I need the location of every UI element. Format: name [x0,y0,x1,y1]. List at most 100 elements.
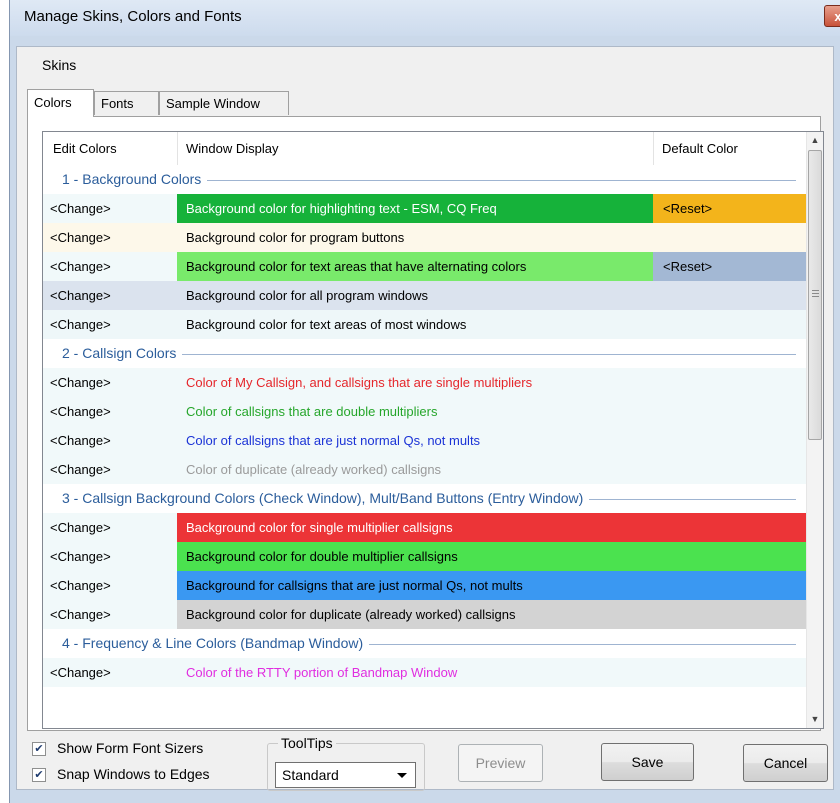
color-sample: Color of the RTTY portion of Bandmap Win… [177,658,653,687]
col-header-window-display[interactable]: Window Display [186,141,278,156]
show-font-sizers-label[interactable]: Show Form Font Sizers [57,740,203,756]
section-title: 3 - Callsign Background Colors (Check Wi… [62,490,590,506]
snap-windows-checkbox[interactable]: ✔ [32,768,46,782]
change-link[interactable]: <Change> [43,513,177,542]
grip-line [812,296,819,297]
color-sample: Color of duplicate (already worked) call… [177,455,653,484]
section-header: 3 - Callsign Background Colors (Check Wi… [43,484,806,513]
change-link[interactable]: <Change> [43,252,177,281]
color-sample: Background color for all program windows [177,281,653,310]
tab-fonts[interactable]: Fonts [94,91,159,115]
change-link[interactable]: <Change> [43,194,177,223]
change-link[interactable]: <Change> [43,368,177,397]
check-mark-icon: ✔ [34,769,44,781]
color-sample: Background for callsigns that are just n… [177,571,653,600]
reset-link[interactable]: <Reset> [653,194,806,223]
check-mark-icon: ✔ [34,743,44,755]
default-color-cell [653,368,806,397]
color-sample: Background color for highlighting text -… [177,194,653,223]
tab-colors[interactable]: Colors [27,89,94,117]
section-title: 2 - Callsign Colors [62,345,183,361]
default-color-cell [653,600,806,629]
color-sample: Color of callsigns that are double multi… [177,397,653,426]
change-link[interactable]: <Change> [43,658,177,687]
table-row: <Change> Background color for program but… [43,223,806,252]
scroll-up-arrow-icon[interactable]: ▲ [807,132,823,149]
color-sample: Background color for text areas that hav… [177,252,653,281]
table-row: <Change> Background color for all program… [43,281,806,310]
color-sample: Background color for program buttons [177,223,653,252]
close-button[interactable]: x [824,5,840,27]
table-row: <Change> Background color for single mult… [43,513,806,542]
color-sample: Background color for single multiplier c… [177,513,653,542]
change-link[interactable]: <Change> [43,397,177,426]
change-link[interactable]: <Change> [43,223,177,252]
default-color-cell [653,281,806,310]
table-row: <Change> Background for callsigns that ar… [43,571,806,600]
table-row: <Change> Background color for text areas … [43,252,806,281]
col-header-edit-colors[interactable]: Edit Colors [53,141,117,156]
tooltips-selected-value: Standard [282,767,339,783]
col-separator[interactable] [177,132,178,165]
vertical-scrollbar[interactable]: ▲ ▼ [806,132,823,728]
preview-button[interactable]: Preview [458,744,543,782]
scroll-down-arrow-icon[interactable]: ▼ [807,711,823,728]
title-bar[interactable]: Manage Skins, Colors and Fonts x [10,0,840,36]
default-color-cell [653,658,806,687]
change-link[interactable]: <Change> [43,571,177,600]
table-row: <Change> Color of duplicate (already work… [43,455,806,484]
table-row: <Change> Color of callsigns that are doub… [43,397,806,426]
change-link[interactable]: <Change> [43,281,177,310]
tooltips-group: ToolTips Standard [267,735,425,791]
default-color-cell [653,397,806,426]
snap-windows-label[interactable]: Snap Windows to Edges [57,766,210,782]
section-title: 1 - Background Colors [62,171,208,187]
tooltips-dropdown[interactable]: Standard [275,762,416,788]
table-row: <Change> Color of the RTTY portion of Ban… [43,658,806,687]
dialog-window: Manage Skins, Colors and Fonts x Skins C… [9,0,840,803]
grid-header: Edit Colors Window Display Default Color [43,132,806,165]
section-header: 2 - Callsign Colors [43,339,806,368]
col-separator[interactable] [653,132,654,165]
dialog-client-area: Skins Colors Fonts Sample Window Edit Co… [16,46,834,791]
grip-line [812,290,819,291]
menu-skins[interactable]: Skins [42,57,76,73]
color-sample: Background color for text areas of most … [177,310,653,339]
section-title: 4 - Frequency & Line Colors (Bandmap Win… [62,635,370,651]
color-sample: Color of callsigns that are just normal … [177,426,653,455]
default-color-cell [653,542,806,571]
default-color-cell [653,455,806,484]
show-font-sizers-checkbox[interactable]: ✔ [32,742,46,756]
change-link[interactable]: <Change> [43,310,177,339]
change-link[interactable]: <Change> [43,455,177,484]
change-link[interactable]: <Change> [43,542,177,571]
tooltips-group-title: ToolTips [278,735,336,751]
reset-link[interactable]: <Reset> [653,252,806,281]
change-link[interactable]: <Change> [43,600,177,629]
tab-sample-window[interactable]: Sample Window [159,91,289,115]
colors-tab-panel: Edit Colors Window Display Default Color… [27,116,824,731]
table-row: <Change> Background color for duplicate (… [43,600,806,629]
scroll-thumb[interactable] [808,150,822,440]
color-sample: Background color for double multiplier c… [177,542,653,571]
options-bar: ✔ Show Form Font Sizers ✔ Snap Windows t… [17,735,833,791]
table-row: <Change> Background color for double mult… [43,542,806,571]
color-sample: Color of My Callsign, and callsigns that… [177,368,653,397]
table-row: <Change> Color of My Callsign, and callsi… [43,368,806,397]
grid-body: Edit Colors Window Display Default Color… [43,132,806,728]
menu-bar: Skins [17,47,833,81]
section-header: 1 - Background Colors [43,165,806,194]
save-button[interactable]: Save [601,743,694,781]
grip-line [812,293,819,294]
color-sample: Background color for duplicate (already … [177,600,653,629]
change-link[interactable]: <Change> [43,426,177,455]
colors-grid: Edit Colors Window Display Default Color… [42,131,824,729]
default-color-cell [653,310,806,339]
cancel-button[interactable]: Cancel [743,744,828,782]
table-row: <Change> Background color for highlightin… [43,194,806,223]
table-row: <Change> Color of callsigns that are just… [43,426,806,455]
chevron-down-icon [397,773,407,778]
default-color-cell [653,426,806,455]
default-color-cell [653,223,806,252]
col-header-default-color[interactable]: Default Color [662,141,738,156]
